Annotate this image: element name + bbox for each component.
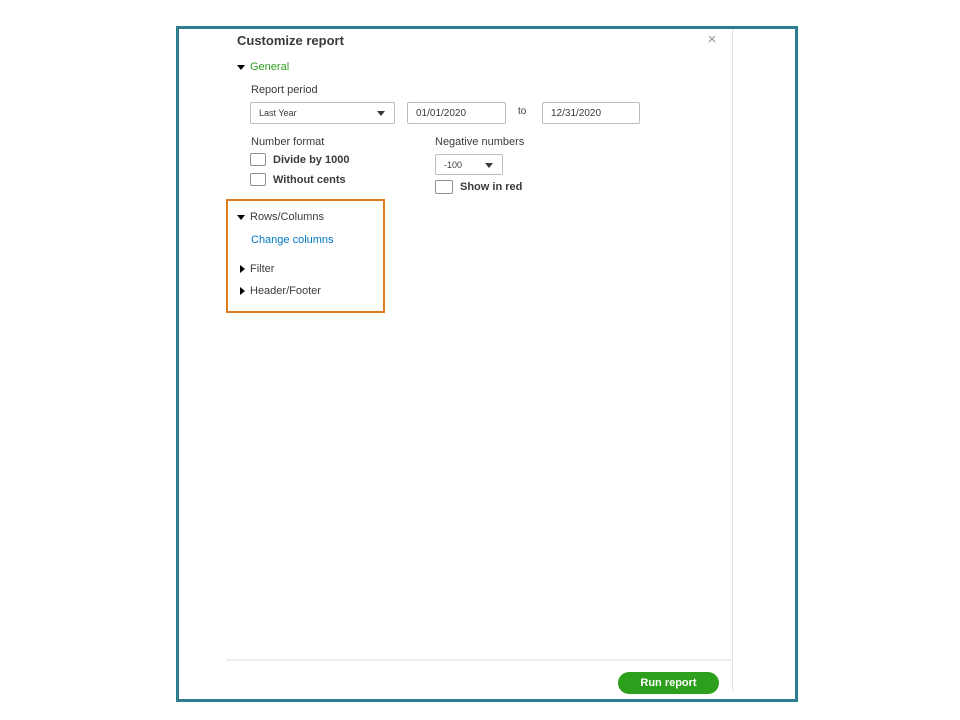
caret-right-icon — [240, 287, 245, 295]
negative-numbers-select[interactable]: -100 — [435, 154, 503, 175]
section-toggle-filter[interactable]: Filter — [240, 263, 274, 275]
divide-by-1000-label: Divide by 1000 — [273, 153, 350, 166]
negative-numbers-label: Negative numbers — [435, 136, 525, 148]
report-period-label: Report period — [251, 84, 318, 96]
caret-down-icon — [237, 214, 245, 220]
without-cents-option[interactable]: Without cents — [250, 173, 346, 186]
run-report-button[interactable]: Run report — [618, 672, 719, 694]
section-label-rows-columns: Rows/Columns — [250, 211, 324, 223]
end-date-input[interactable] — [542, 102, 640, 124]
report-period-select[interactable]: Last Year — [250, 102, 395, 124]
without-cents-checkbox[interactable] — [250, 173, 266, 186]
caret-down-icon — [237, 64, 245, 70]
number-format-label: Number format — [251, 136, 325, 148]
section-toggle-header-footer[interactable]: Header/Footer — [240, 285, 321, 297]
section-toggle-rows-columns[interactable]: Rows/Columns — [237, 211, 324, 223]
section-toggle-general[interactable]: General — [237, 61, 289, 73]
change-columns-link[interactable]: Change columns — [251, 234, 334, 246]
divide-by-1000-checkbox[interactable] — [250, 153, 266, 166]
chevron-down-icon — [485, 162, 493, 168]
section-label-general: General — [250, 61, 290, 73]
section-label-filter: Filter — [250, 263, 275, 275]
dialog-title: Customize report — [237, 33, 344, 48]
report-period-select-value: Last Year — [259, 108, 297, 118]
footer-divider — [226, 659, 733, 661]
chevron-down-icon — [377, 111, 385, 116]
start-date-input[interactable] — [407, 102, 506, 124]
negative-numbers-select-value: -100 — [444, 159, 463, 170]
divide-by-1000-option[interactable]: Divide by 1000 — [250, 153, 349, 166]
show-in-red-label: Show in red — [460, 181, 523, 193]
show-in-red-option[interactable]: Show in red — [435, 180, 522, 194]
show-in-red-checkbox[interactable] — [435, 180, 453, 194]
caret-right-icon — [240, 265, 245, 273]
section-label-header-footer: Header/Footer — [250, 285, 321, 297]
screenshot-frame — [176, 26, 798, 702]
close-icon[interactable]: × — [704, 31, 720, 49]
without-cents-label: Without cents — [273, 173, 346, 186]
to-label: to — [518, 106, 527, 117]
panel-divider — [732, 29, 733, 691]
